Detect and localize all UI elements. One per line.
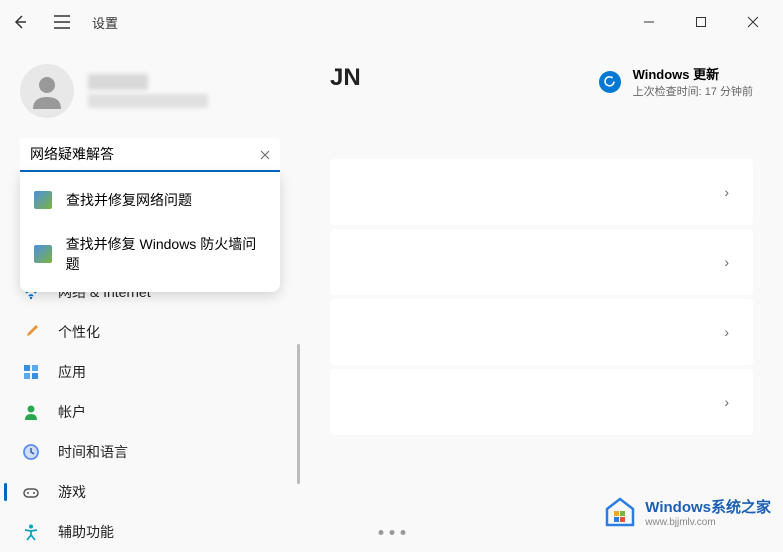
sidebar-item-label: 时间和语言 <box>58 442 128 462</box>
chevron-right-icon: › <box>724 394 729 410</box>
search-result-label: 查找并修复 Windows 防火墙问题 <box>66 234 266 274</box>
sidebar-item-gaming[interactable]: 游戏 <box>8 472 292 512</box>
watermark-icon <box>601 495 639 529</box>
watermark-text: Windows系统之家 www.bjjmlv.com <box>645 496 771 528</box>
menu-button[interactable] <box>50 10 74 34</box>
sidebar-item-accounts[interactable]: 帐户 <box>8 392 292 432</box>
watermark: Windows系统之家 www.bjjmlv.com <box>601 495 771 529</box>
troubleshoot-icon <box>34 245 52 263</box>
avatar-icon <box>27 71 67 111</box>
person-icon <box>22 403 40 421</box>
app-title: 设置 <box>92 13 118 32</box>
back-icon <box>12 14 28 30</box>
sidebar-item-apps[interactable]: 应用 <box>8 352 292 392</box>
clock-icon <box>22 443 40 461</box>
user-info <box>88 74 208 108</box>
maximize-button[interactable] <box>679 6 723 38</box>
sidebar-item-accessibility[interactable]: 辅助功能 <box>8 512 292 552</box>
chevron-right-icon: › <box>724 184 729 200</box>
search-result-label: 查找并修复网络问题 <box>66 190 192 210</box>
minimize-button[interactable] <box>627 6 671 38</box>
sidebar-item-personalization[interactable]: 个性化 <box>8 312 292 352</box>
search-wrapper: 查找并修复网络问题 查找并修复 Windows 防火墙问题 <box>0 138 300 172</box>
settings-row[interactable]: › <box>330 159 753 225</box>
window-controls <box>627 6 775 38</box>
windows-update-card[interactable]: Windows 更新 上次检查时间: 17 分钟前 <box>599 64 753 99</box>
brush-icon <box>22 323 40 341</box>
dot <box>378 530 383 535</box>
menu-icon <box>54 15 70 29</box>
sidebar-item-label: 应用 <box>58 362 86 382</box>
refresh-icon <box>599 71 621 93</box>
settings-list: › › › › <box>330 159 753 435</box>
search-result[interactable]: 查找并修复网络问题 <box>20 178 280 222</box>
clear-icon <box>260 150 270 160</box>
user-name <box>88 74 148 90</box>
settings-row[interactable]: › <box>330 229 753 295</box>
dot <box>400 530 405 535</box>
minimize-icon <box>643 16 655 28</box>
sidebar-item-label: 帐户 <box>58 402 86 422</box>
update-title: Windows 更新 <box>633 64 753 83</box>
page-title: JN <box>330 64 361 92</box>
sidebar-item-label: 辅助功能 <box>58 522 114 542</box>
settings-row[interactable]: › <box>330 369 753 435</box>
sidebar-item-time-language[interactable]: 时间和语言 <box>8 432 292 472</box>
user-email <box>88 94 208 108</box>
watermark-title: Windows系统之家 <box>645 496 771 517</box>
main-panel: JN Windows 更新 上次检查时间: 17 分钟前 › › › <box>300 44 783 539</box>
watermark-url: www.bjjmlv.com <box>645 517 771 528</box>
settings-row[interactable]: › <box>330 299 753 365</box>
sidebar: 查找并修复网络问题 查找并修复 Windows 防火墙问题 网络 & Inter… <box>0 44 300 539</box>
user-section[interactable] <box>0 56 300 138</box>
accessibility-icon <box>22 523 40 541</box>
content: 查找并修复网络问题 查找并修复 Windows 防火墙问题 网络 & Inter… <box>0 44 783 539</box>
gamepad-icon <box>22 483 40 501</box>
update-subtitle: 上次检查时间: 17 分钟前 <box>633 83 753 99</box>
nav-list: 网络 & Internet 个性化 应用 帐户 <box>0 272 300 552</box>
troubleshoot-icon <box>34 191 52 209</box>
maximize-icon <box>695 16 707 28</box>
titlebar-left: 设置 <box>8 10 118 34</box>
back-button[interactable] <box>8 10 32 34</box>
sidebar-item-label: 游戏 <box>58 482 86 502</box>
chevron-right-icon: › <box>724 254 729 270</box>
dot <box>389 530 394 535</box>
close-icon <box>747 16 759 28</box>
main-header: JN Windows 更新 上次检查时间: 17 分钟前 <box>330 64 753 99</box>
avatar <box>20 64 74 118</box>
apps-icon <box>22 363 40 381</box>
sidebar-item-label: 个性化 <box>58 322 100 342</box>
search-result[interactable]: 查找并修复 Windows 防火墙问题 <box>20 222 280 286</box>
search-clear-button[interactable] <box>260 147 270 163</box>
update-text: Windows 更新 上次检查时间: 17 分钟前 <box>633 64 753 99</box>
titlebar: 设置 <box>0 0 783 44</box>
close-button[interactable] <box>731 6 775 38</box>
bottom-dots <box>378 530 405 535</box>
search-dropdown: 查找并修复网络问题 查找并修复 Windows 防火墙问题 <box>20 172 280 292</box>
search-input[interactable] <box>20 138 280 172</box>
chevron-right-icon: › <box>724 324 729 340</box>
